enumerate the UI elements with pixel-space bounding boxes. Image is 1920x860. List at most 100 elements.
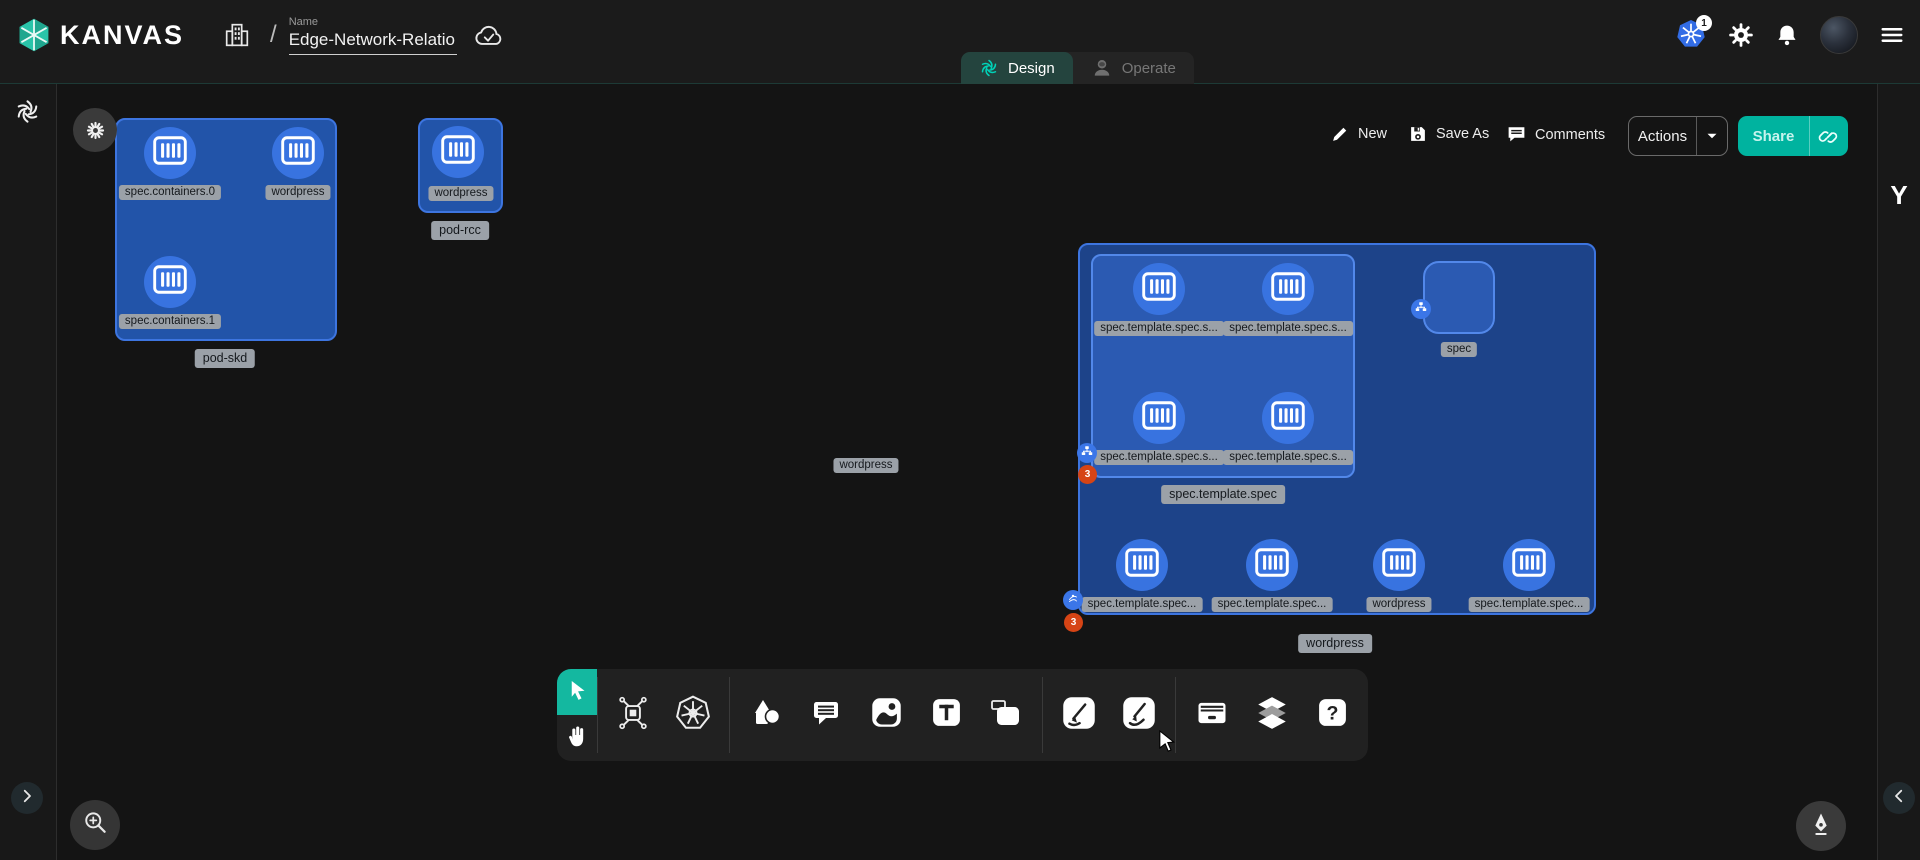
comment-tool-button[interactable] <box>807 696 845 734</box>
relationship-icon[interactable] <box>1063 590 1083 610</box>
share-button-label: Share <box>1738 128 1809 145</box>
new-button-label: New <box>1358 126 1387 142</box>
kubernetes-tool-button[interactable] <box>674 696 712 734</box>
container-icon <box>281 136 315 170</box>
node-label: spec.template.spec... <box>1469 597 1590 612</box>
freehand-tool-button[interactable] <box>1120 696 1158 734</box>
node-template-container[interactable] <box>1133 392 1185 444</box>
node-label: spec.template.spec.s... <box>1223 450 1353 465</box>
node-template-container[interactable] <box>1246 539 1298 591</box>
asterisk-icon <box>84 119 107 142</box>
image-tool-button[interactable] <box>867 696 905 734</box>
node-template-container[interactable] <box>1503 539 1555 591</box>
hamburger-menu-icon[interactable] <box>1878 21 1906 49</box>
comments-button-label: Comments <box>1535 127 1605 143</box>
shapes-tool-button[interactable] <box>747 696 785 734</box>
group-label-pod-rcc: pod-rcc <box>431 221 489 240</box>
svg-text:?: ? <box>1326 703 1338 725</box>
pan-tool-button[interactable] <box>557 715 597 761</box>
kanvas-hexagon-icon <box>16 17 52 53</box>
expand-left-panel-button[interactable] <box>11 782 43 814</box>
text-tool-button[interactable] <box>927 696 965 734</box>
drawer-tool-button[interactable] <box>1193 696 1231 734</box>
kubernetes-context-count-badge: 1 <box>1696 15 1712 31</box>
share-button[interactable]: Share <box>1738 116 1848 156</box>
canvas-asterisk-button[interactable] <box>73 108 117 152</box>
pen-tool-button[interactable] <box>1060 696 1098 734</box>
chip-icon <box>616 696 650 735</box>
node-template-container[interactable] <box>1116 539 1168 591</box>
cloud-saved-icon <box>473 22 505 49</box>
settings-gear-icon[interactable] <box>1728 22 1754 48</box>
tab-design-label: Design <box>1008 60 1055 77</box>
tab-operate[interactable]: Operate <box>1073 52 1194 84</box>
node-label: spec.template.spec.s... <box>1223 321 1353 336</box>
tab-operate-label: Operate <box>1122 60 1176 77</box>
node-label: spec.template.spec.s... <box>1094 321 1224 336</box>
hand-icon <box>564 723 590 754</box>
node-spec[interactable] <box>1423 261 1495 334</box>
actions-button[interactable]: Actions <box>1628 116 1728 156</box>
save-as-button[interactable]: Save As <box>1408 124 1489 144</box>
node-label: spec.template.spec... <box>1082 597 1203 612</box>
organization-icon[interactable] <box>222 20 252 50</box>
container-icon <box>153 265 187 299</box>
breadcrumb-separator: / <box>270 21 277 49</box>
help-tool-button[interactable]: ? <box>1313 696 1351 734</box>
layers-tool-button[interactable] <box>1253 696 1291 734</box>
image-icon <box>869 695 904 735</box>
annotate-pen-button[interactable] <box>1796 801 1846 851</box>
drawer-icon <box>1194 695 1230 736</box>
node-wordpress-container[interactable] <box>272 127 324 179</box>
question-mark-icon: ? <box>1316 696 1349 734</box>
zoom-button[interactable] <box>70 800 120 850</box>
container-icon <box>1142 272 1176 306</box>
relationship-count-badge[interactable]: 3 <box>1078 465 1097 484</box>
node-label: spec.template.spec... <box>1212 597 1333 612</box>
group-spec-template-spec[interactable] <box>1091 254 1355 478</box>
design-name-field[interactable]: Name Edge-Network-Relatio <box>289 16 457 55</box>
pen-icon <box>1061 695 1097 736</box>
node-spec-containers-1[interactable] <box>144 256 196 308</box>
hierarchy-icon[interactable] <box>1077 443 1097 463</box>
node-label: spec.containers.0 <box>119 185 221 200</box>
tab-design[interactable]: Design <box>961 52 1073 84</box>
relationship-count-badge[interactable]: 3 <box>1064 613 1083 632</box>
actions-caret-icon[interactable] <box>1697 127 1727 145</box>
node-template-container[interactable] <box>1262 263 1314 315</box>
select-tool-button[interactable] <box>557 669 597 715</box>
freehand-pencil-icon <box>1121 695 1157 736</box>
right-sidebar-rail: Y <box>1877 84 1920 860</box>
kanvas-logo[interactable]: KANVAS <box>16 17 184 53</box>
hierarchy-icon[interactable] <box>1411 299 1431 319</box>
shapes-icon <box>750 697 782 734</box>
node-template-container[interactable] <box>1133 263 1185 315</box>
name-field-label: Name <box>289 16 457 28</box>
notifications-bell-icon[interactable] <box>1774 22 1800 48</box>
container-icon <box>1255 548 1289 582</box>
container-icon <box>1125 548 1159 582</box>
design-name-value[interactable]: Edge-Network-Relatio <box>289 29 457 55</box>
node-spec-containers-0[interactable] <box>144 127 196 179</box>
mode-tabs: Design Operate <box>961 52 1194 84</box>
container-icon <box>1271 401 1305 435</box>
container-icon <box>441 135 475 169</box>
canvas-toolbar: ? <box>557 669 1368 761</box>
comments-icon <box>1506 124 1527 145</box>
node-template-container[interactable] <box>1262 392 1314 444</box>
node-label: spec.template.spec.s... <box>1094 450 1224 465</box>
container-icon <box>1512 548 1546 582</box>
kubernetes-context-button[interactable]: 1 <box>1674 19 1708 51</box>
user-avatar[interactable] <box>1820 16 1858 54</box>
new-button[interactable]: New <box>1330 124 1387 144</box>
share-link-icon[interactable] <box>1810 125 1848 147</box>
cursor-arrow-icon <box>565 678 589 707</box>
labeled-shape-tool-button[interactable] <box>987 696 1025 734</box>
y-logo: Y <box>1878 180 1920 211</box>
collapse-right-panel-button[interactable] <box>1883 782 1915 814</box>
components-tool-button[interactable] <box>614 696 652 734</box>
group-label-wordpress: wordpress <box>1298 634 1372 653</box>
comments-button[interactable]: Comments <box>1506 124 1605 145</box>
node-wordpress-container[interactable] <box>432 126 484 178</box>
node-wordpress-container[interactable] <box>1373 539 1425 591</box>
